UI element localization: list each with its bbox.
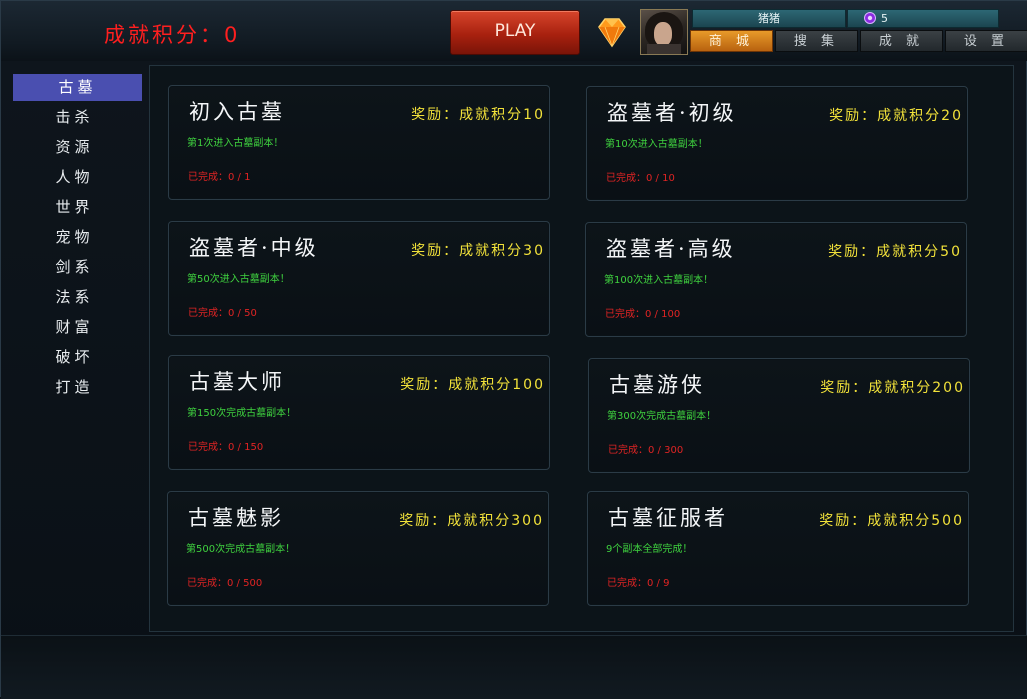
- nav-settings-button[interactable]: 设 置: [945, 30, 1027, 52]
- achievement-progress: 已完成：0 / 500: [187, 578, 263, 589]
- bottom-bar: [1, 635, 1027, 699]
- achievement-title: 盗墓者·初级: [607, 101, 737, 125]
- achievement-reward: 奖励：成就积分20: [829, 108, 963, 124]
- player-avatar[interactable]: [640, 9, 688, 55]
- achievement-progress: 已完成：0 / 10: [606, 173, 675, 184]
- achievement-reward: 奖励：成就积分300: [399, 513, 544, 529]
- sidebar-item[interactable]: 资源: [10, 134, 139, 161]
- achievement-reward: 奖励：成就积分100: [400, 377, 545, 393]
- sidebar-item[interactable]: 法系: [10, 284, 139, 311]
- achievement-progress: 已完成：0 / 150: [188, 442, 264, 453]
- achievement-card: 初入古墓 奖励：成就积分10 第1次进入古墓副本！ 已完成：0 / 1: [168, 85, 550, 200]
- nav-shop-button[interactable]: 商 城: [690, 30, 773, 52]
- sidebar-item[interactable]: 剑系: [10, 254, 139, 281]
- achievement-progress: 已完成：0 / 50: [188, 308, 257, 319]
- achievement-card: 古墓游侠 奖励：成就积分200 第300次完成古墓副本！ 已完成：0 / 300: [588, 358, 970, 473]
- achievement-score: 成就积分：0: [104, 23, 241, 47]
- achievement-card: 古墓大师 奖励：成就积分100 第150次完成古墓副本！ 已完成：0 / 150: [168, 355, 550, 470]
- achievement-title: 盗墓者·中级: [189, 236, 319, 260]
- sidebar-item[interactable]: 破坏: [10, 344, 139, 371]
- achievement-reward: 奖励：成就积分10: [411, 107, 545, 123]
- achievement-description: 第150次完成古墓副本！: [187, 408, 297, 419]
- nav-achievement-button[interactable]: 成 就: [860, 30, 943, 52]
- achievement-title: 古墓大师: [189, 370, 285, 394]
- achievement-progress: 已完成：0 / 1: [188, 172, 251, 183]
- category-sidebar: 古墓击杀资源人物世界宠物剑系法系财富破坏打造: [10, 70, 149, 630]
- achievement-description: 第100次进入古墓副本！: [604, 275, 714, 286]
- achievement-description: 第10次进入古墓副本！: [605, 139, 708, 150]
- achievement-title: 古墓游侠: [609, 373, 705, 397]
- achievement-card: 古墓征服者 奖励：成就积分500 9个副本全部完成！ 已完成：0 / 9: [587, 491, 969, 606]
- achievement-description: 9个副本全部完成！: [606, 544, 693, 555]
- sidebar-item[interactable]: 人物: [10, 164, 139, 191]
- achievement-card: 古墓魅影 奖励：成就积分300 第500次完成古墓副本！ 已完成：0 / 500: [167, 491, 549, 606]
- achievement-card: 盗墓者·初级 奖励：成就积分20 第10次进入古墓副本！ 已完成：0 / 10: [586, 86, 968, 201]
- purple-gem-icon: [864, 12, 876, 24]
- sidebar-item[interactable]: 财富: [10, 314, 139, 341]
- sidebar-item[interactable]: 击杀: [10, 104, 139, 131]
- play-button[interactable]: PLAY: [450, 10, 580, 55]
- sidebar-item[interactable]: 打造: [10, 374, 139, 401]
- sidebar-item[interactable]: 世界: [10, 194, 139, 221]
- nav-collect-button[interactable]: 搜 集: [775, 30, 858, 52]
- game-window: 成就积分：0 PLAY 猪猪 5 商 城搜 集成 就设 置 古墓击杀资源人物世界…: [0, 0, 1027, 699]
- sidebar-item[interactable]: 古墓: [13, 74, 142, 101]
- currency-bar: 5: [847, 9, 999, 28]
- gem-count: 5: [881, 12, 888, 25]
- diamond-icon[interactable]: [595, 15, 629, 49]
- achievement-title: 古墓征服者: [608, 506, 728, 530]
- achievement-panel: 初入古墓 奖励：成就积分10 第1次进入古墓副本！ 已完成：0 / 1 盗墓者·初级 奖励…: [149, 65, 1014, 632]
- achievement-progress: 已完成：0 / 100: [605, 309, 681, 320]
- achievement-card: 盗墓者·中级 奖励：成就积分30 第50次进入古墓副本！ 已完成：0 / 50: [168, 221, 550, 336]
- achievement-title: 盗墓者·高级: [606, 237, 736, 261]
- achievement-progress: 已完成：0 / 9: [607, 578, 670, 589]
- achievement-description: 第50次进入古墓副本！: [187, 274, 290, 285]
- achievement-title: 古墓魅影: [188, 506, 284, 530]
- achievement-reward: 奖励：成就积分500: [819, 513, 964, 529]
- achievement-description: 第500次完成古墓副本！: [186, 544, 296, 555]
- achievement-card: 盗墓者·高级 奖励：成就积分50 第100次进入古墓副本！ 已完成：0 / 100: [585, 222, 967, 337]
- achievement-reward: 奖励：成就积分30: [411, 243, 545, 259]
- achievement-description: 第300次完成古墓副本！: [607, 411, 717, 422]
- player-name: 猪猪: [692, 9, 846, 28]
- achievement-progress: 已完成：0 / 300: [608, 445, 684, 456]
- achievement-reward: 奖励：成就积分200: [820, 380, 965, 396]
- achievement-title: 初入古墓: [189, 100, 285, 124]
- sidebar-item[interactable]: 宠物: [10, 224, 139, 251]
- top-bar: 成就积分：0 PLAY 猪猪 5 商 城搜 集成 就设 置: [1, 1, 1027, 61]
- achievement-description: 第1次进入古墓副本！: [187, 138, 284, 149]
- achievement-reward: 奖励：成就积分50: [828, 244, 962, 260]
